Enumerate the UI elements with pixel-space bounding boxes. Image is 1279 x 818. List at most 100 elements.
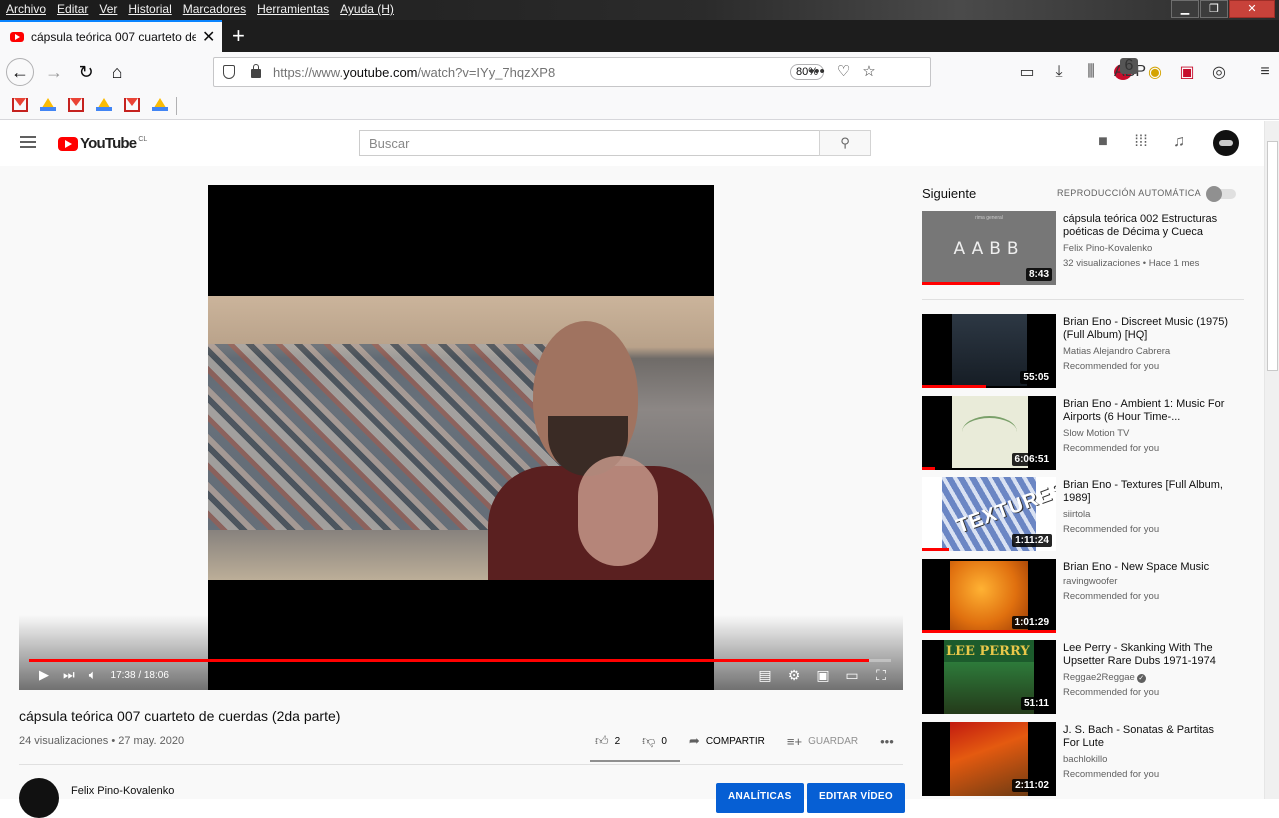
theater-mode-icon[interactable]: ▭ <box>844 667 860 684</box>
notifications-bell-icon[interactable]: ♫ <box>1170 133 1188 151</box>
close-window-button[interactable]: ✕ <box>1229 0 1275 18</box>
create-video-icon[interactable]: ■ <box>1094 133 1112 151</box>
gmail-bookmark-icon[interactable] <box>68 98 84 112</box>
menu-ver[interactable]: Ver <box>99 2 117 16</box>
play-icon[interactable]: ▶ <box>39 667 49 683</box>
progress-bar[interactable] <box>29 659 891 662</box>
recommendation-title[interactable]: Lee Perry - Skanking With The Upsetter R… <box>1063 642 1233 668</box>
active-tab[interactable]: cápsula teórica 007 cuarteto de cuerdas … <box>0 20 222 52</box>
menu-historial[interactable]: Historial <box>128 2 171 16</box>
bookmarks-separator <box>176 97 177 115</box>
gmail-bookmark-icon[interactable] <box>124 98 140 112</box>
downloads-icon[interactable]: ⤓ <box>1050 63 1068 81</box>
menu-editar[interactable]: Editar <box>57 2 88 16</box>
gmail-bookmark-icon[interactable] <box>12 98 28 112</box>
restore-button[interactable]: ❐ <box>1200 0 1228 18</box>
video-thumbnail[interactable]: 55:05 <box>922 314 1056 388</box>
video-thumbnail[interactable]: 1:01:29 <box>922 559 1056 633</box>
recommendation-title[interactable]: Brian Eno - New Space Music <box>1063 561 1233 574</box>
menu-archivo[interactable]: Archivo <box>6 2 46 16</box>
channel-name[interactable]: Felix Pino-Kovalenko <box>71 785 174 797</box>
recommendation-title[interactable]: cápsula teórica 002 Estructuras poéticas… <box>1063 213 1233 239</box>
bookmark-star-icon[interactable]: ☆ <box>862 62 875 80</box>
close-tab-icon[interactable]: ✕ <box>202 27 215 47</box>
adblock-plus-icon[interactable]: ABP6 <box>1114 58 1146 80</box>
account-avatar[interactable] <box>1213 130 1239 156</box>
bookmarks-toolbar <box>0 92 1279 120</box>
fullscreen-icon[interactable]: ⛶ <box>873 667 889 684</box>
channel-avatar[interactable] <box>19 778 59 818</box>
recommendation-item[interactable]: 1:01:29 Brian Eno - New Space Music ravi… <box>922 559 1252 635</box>
reload-button[interactable]: ↻ <box>72 58 100 86</box>
dislike-button[interactable]: 👎︎ 0 <box>642 733 667 749</box>
video-thumbnail[interactable]: TEXTURES 1:11:24 <box>922 477 1056 551</box>
library-icon[interactable]: ⫼ <box>1082 63 1100 81</box>
tracking-shield-icon[interactable] <box>223 65 235 79</box>
dislike-count: 0 <box>661 735 667 747</box>
recommendation-item[interactable]: LEE PERRY 51:11 Lee Perry - Skanking Wit… <box>922 640 1252 716</box>
edit-video-button[interactable]: EDITAR VÍDEO <box>807 783 905 813</box>
drive-bookmark-icon[interactable] <box>40 98 56 111</box>
video-thumbnail[interactable]: LEE PERRY 51:11 <box>922 640 1056 714</box>
home-button[interactable]: ⌂ <box>103 58 131 86</box>
address-bar[interactable]: https://www.youtube.com/watch?v=IYy_7hqz… <box>213 57 931 87</box>
recommendation-title[interactable]: Brian Eno - Ambient 1: Music For Airport… <box>1063 398 1233 424</box>
video-meta: 24 visualizaciones • 27 may. 2020 <box>19 735 185 747</box>
save-button[interactable]: ≡+ GUARDAR <box>787 734 858 749</box>
lock-icon[interactable] <box>251 64 261 78</box>
analytics-button[interactable]: ANALÍTICAS <box>716 783 804 813</box>
video-frame <box>208 296 714 580</box>
add-to-playlist-icon: ≡+ <box>786 733 803 749</box>
recommendation-title[interactable]: J. S. Bach - Sonatas & Partitas For Lute <box>1063 724 1233 750</box>
page-actions-icon[interactable]: ••• <box>809 63 825 80</box>
menu-marcadores[interactable]: Marcadores <box>183 2 246 16</box>
recommendation-channel: Reggae2Reggae ✓ <box>1063 672 1146 683</box>
subtitles-icon[interactable]: ▤ <box>757 667 773 684</box>
recommendation-views: Recommended for you <box>1063 591 1160 602</box>
extension-globe-icon[interactable]: ◉ <box>1146 62 1164 82</box>
recommendation-title[interactable]: Brian Eno - Textures [Full Album, 1989] <box>1063 479 1233 505</box>
reader-view-icon[interactable]: ▭ <box>1018 62 1036 82</box>
recommendation-item[interactable]: rima general AABB 8:43 cápsula teórica 0… <box>922 211 1252 287</box>
video-thumbnail[interactable]: rima general AABB 8:43 <box>922 211 1056 285</box>
share-button[interactable]: ➦ COMPARTIR <box>689 733 765 749</box>
volume-icon[interactable]: 🔈︎ <box>89 667 97 683</box>
apps-grid-icon[interactable]: ⁞⁞⁞ <box>1132 133 1150 151</box>
search-input[interactable]: Buscar <box>359 130 820 156</box>
scrollbar-thumb[interactable] <box>1267 141 1278 371</box>
settings-gear-icon[interactable]: ⚙ <box>786 667 802 684</box>
youtube-logo[interactable]: YouTube CL <box>58 135 147 152</box>
page-scrollbar[interactable] <box>1264 121 1279 799</box>
pocket-icon[interactable]: ♡ <box>837 62 850 80</box>
video-thumbnail[interactable]: 2:11:02 <box>922 722 1056 796</box>
recommendation-item[interactable]: 6:06:51 Brian Eno - Ambient 1: Music For… <box>922 396 1252 472</box>
pocket-save-icon[interactable]: ▣ <box>1178 62 1196 82</box>
video-player[interactable]: ▶ ⏭ 🔈︎ 17:38 / 18:06 ▤ ⚙ ▣ ▭ ⛶ <box>19 185 903 690</box>
menu-ayuda[interactable]: Ayuda (H) <box>340 2 394 16</box>
url-text[interactable]: https://www.youtube.com/watch?v=IYy_7hqz… <box>273 65 555 80</box>
youtube-wordmark: YouTube <box>80 135 137 152</box>
minimize-button[interactable]: ▁ <box>1171 0 1199 18</box>
forward-button[interactable]: → <box>40 58 68 86</box>
app-menu-icon[interactable]: ≡ <box>1256 63 1274 81</box>
account-icon[interactable]: ◎ <box>1210 62 1228 82</box>
navigation-toolbar: ← → ↻ ⌂ https://www.youtube.com/watch?v=… <box>0 52 1279 92</box>
recommendation-item[interactable]: 2:11:02 J. S. Bach - Sonatas & Partitas … <box>922 722 1252 798</box>
recommendation-item[interactable]: 55:05 Brian Eno - Discreet Music (1975) … <box>922 314 1252 390</box>
autoplay-toggle[interactable] <box>1206 186 1236 202</box>
recommendation-title[interactable]: Brian Eno - Discreet Music (1975) (Full … <box>1063 316 1233 342</box>
recommendation-item[interactable]: TEXTURES 1:11:24 Brian Eno - Textures [F… <box>922 477 1252 553</box>
video-thumbnail[interactable]: 6:06:51 <box>922 396 1056 470</box>
share-arrow-icon: ➦ <box>688 733 700 748</box>
next-video-icon[interactable]: ⏭ <box>63 667 75 683</box>
search-button[interactable]: ⚲ <box>819 130 871 156</box>
new-tab-button[interactable]: + <box>232 23 245 49</box>
drive-bookmark-icon[interactable] <box>152 98 168 111</box>
guide-menu-icon[interactable] <box>20 136 36 148</box>
back-button[interactable]: ← <box>6 58 34 86</box>
drive-bookmark-icon[interactable] <box>96 98 112 111</box>
like-button[interactable]: 👍︎ 2 <box>595 733 620 749</box>
menu-herramientas[interactable]: Herramientas <box>257 2 329 16</box>
miniplayer-icon[interactable]: ▣ <box>815 667 831 684</box>
more-actions-button[interactable]: ••• <box>880 734 894 749</box>
